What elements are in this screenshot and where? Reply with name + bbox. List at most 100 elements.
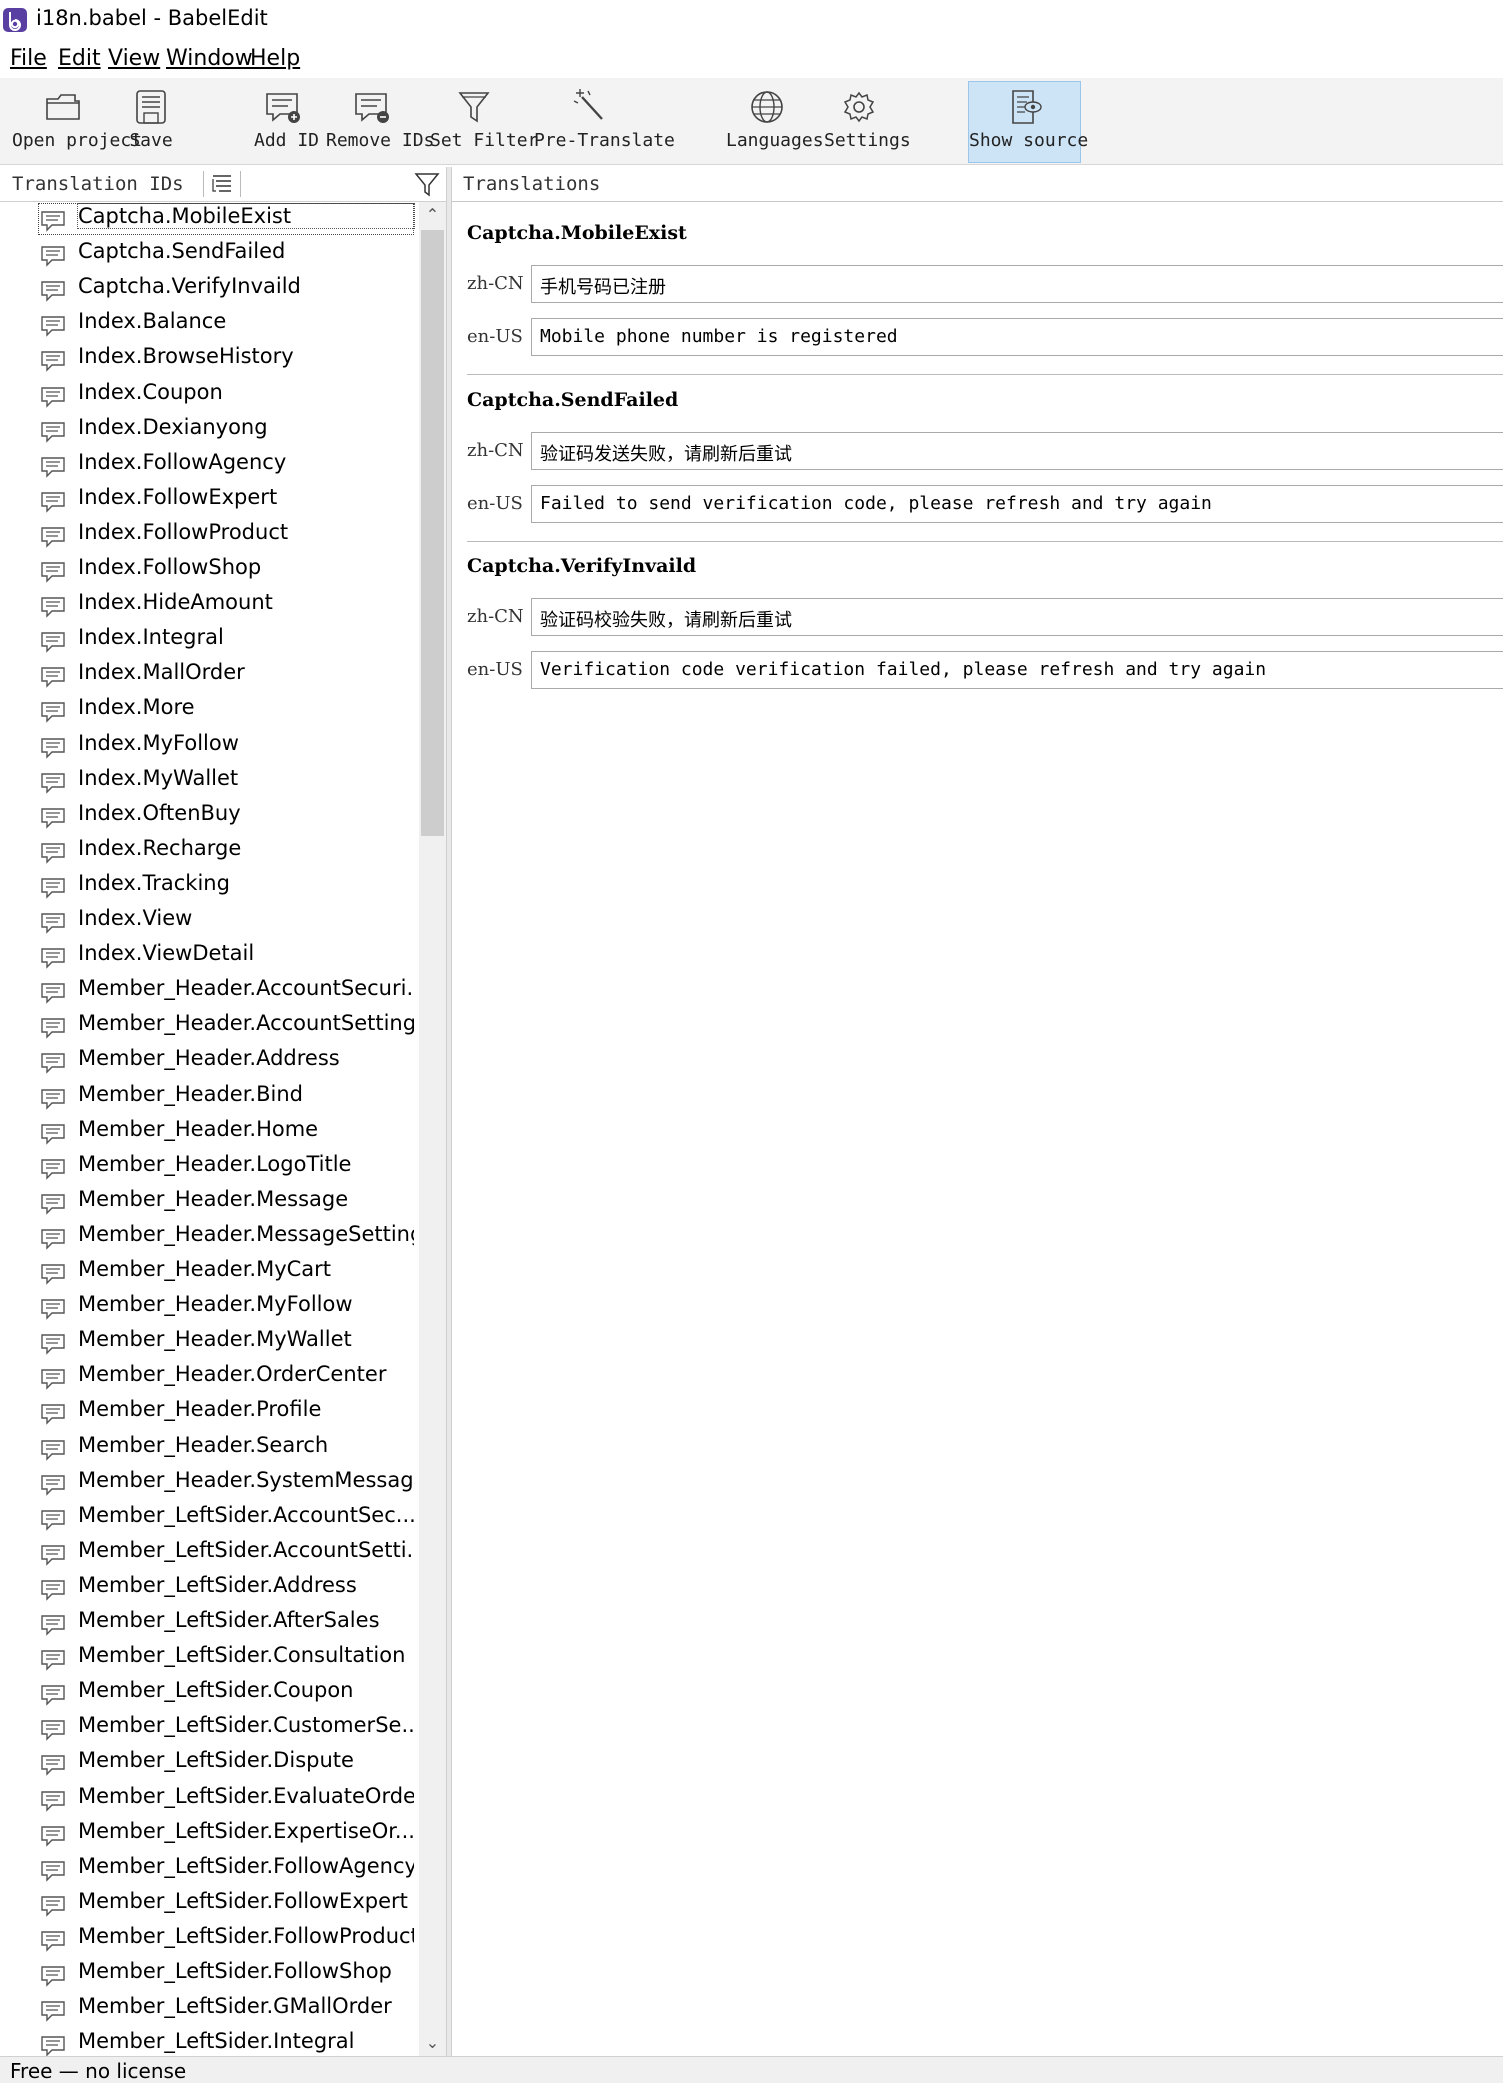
tree-item[interactable]: Index.BrowseHistory bbox=[0, 342, 418, 377]
remove-ids-button[interactable]: Remove IDs bbox=[326, 82, 434, 160]
translation-id-tree[interactable]: Captcha.MobileExist Captcha.SendFailed Cap… bbox=[0, 202, 418, 2056]
tree-item[interactable]: Member_LeftSider.AfterSales bbox=[0, 1606, 418, 1641]
tree-item[interactable]: Member_LeftSider.FollowShop bbox=[0, 1957, 418, 1992]
tree-item[interactable]: Member_LeftSider.Dispute bbox=[0, 1746, 418, 1781]
tree-item[interactable]: Member_LeftSider.Consultation bbox=[0, 1641, 418, 1676]
tree-item[interactable]: Member_LeftSider.EvaluateOrder bbox=[0, 1782, 418, 1817]
tree-item[interactable]: Index.Balance bbox=[0, 307, 418, 342]
menu-edit[interactable]: Edit bbox=[58, 46, 101, 71]
tree-item[interactable]: Member_LeftSider.AccountSetti... bbox=[0, 1536, 418, 1571]
filter-icon[interactable] bbox=[414, 171, 440, 197]
tree-item[interactable]: Index.MyFollow bbox=[0, 729, 418, 764]
tree-item[interactable]: Member_Header.MyWallet bbox=[0, 1325, 418, 1360]
tree-item[interactable]: Member_Header.OrderCenter bbox=[0, 1360, 418, 1395]
tree-item[interactable]: Member_LeftSider.GMallOrder bbox=[0, 1992, 418, 2027]
tree-item[interactable]: Index.FollowProduct bbox=[0, 518, 418, 553]
tree-item[interactable]: Member_LeftSider.Coupon bbox=[0, 1676, 418, 1711]
tree-item[interactable]: Member_Header.Address bbox=[0, 1044, 418, 1079]
translation-input[interactable]: 手机号码已注册 bbox=[531, 265, 1503, 303]
tree-item[interactable]: Index.Integral bbox=[0, 623, 418, 658]
message-icon bbox=[41, 1931, 65, 1952]
tree-item[interactable]: Member_Header.Home bbox=[0, 1115, 418, 1150]
pre-translate-button[interactable]: Pre-Translate bbox=[534, 82, 675, 160]
settings-button[interactable]: Settings bbox=[824, 82, 911, 160]
translation-input[interactable]: 验证码发送失败，请刷新后重试 bbox=[531, 431, 1503, 470]
globe-icon bbox=[751, 91, 783, 123]
tree-item[interactable]: Index.FollowAgency bbox=[0, 448, 418, 483]
tree-item-label: Member_LeftSider.AccountSetti... bbox=[78, 1537, 414, 1562]
tree-item[interactable]: Index.HideAmount bbox=[0, 588, 418, 623]
title-bar: i18n.babel - BabelEdit bbox=[0, 0, 1503, 40]
tree-item[interactable]: Index.MallOrder bbox=[0, 658, 418, 693]
message-icon bbox=[41, 1825, 65, 1847]
tree-item[interactable]: Index.OftenBuy bbox=[0, 799, 418, 834]
menu-help[interactable]: Help bbox=[250, 46, 300, 71]
tree-item[interactable]: Member_LeftSider.CustomerSe... bbox=[0, 1711, 418, 1746]
tree-item[interactable]: Member_LeftSider.FollowAgency bbox=[0, 1852, 418, 1887]
message-icon bbox=[41, 1264, 65, 1285]
set-filter-button[interactable]: Set Filter bbox=[430, 82, 538, 160]
open-project-button[interactable]: Open project bbox=[12, 82, 142, 160]
message-icon bbox=[41, 1439, 65, 1461]
tree-item-label: Index.Dexianyong bbox=[78, 414, 268, 439]
document-eye-icon bbox=[1011, 90, 1042, 124]
languages-button[interactable]: Languages bbox=[726, 82, 824, 160]
tree-item[interactable]: Member_Header.Search bbox=[0, 1431, 418, 1466]
tree-item[interactable]: Member_Header.Profile bbox=[0, 1395, 418, 1430]
tree-item[interactable]: Index.More bbox=[0, 693, 418, 728]
tree-item[interactable]: Member_Header.AccountSetting bbox=[0, 1009, 418, 1044]
status-bar: Free — no license bbox=[0, 2056, 1503, 2083]
scroll-up-arrow-icon[interactable]: ⌃ bbox=[419, 202, 446, 228]
message-icon bbox=[41, 211, 65, 232]
tree-item[interactable]: Member_Header.LogoTitle bbox=[0, 1150, 418, 1185]
tree-item[interactable]: Member_Header.MyFollow bbox=[0, 1290, 418, 1325]
tree-item[interactable]: Member_LeftSider.Integral bbox=[0, 2027, 418, 2056]
menu-window[interactable]: Window bbox=[166, 46, 253, 71]
tree-item[interactable]: Member_LeftSider.Address bbox=[0, 1571, 418, 1606]
tree-item[interactable]: Member_Header.MyCart bbox=[0, 1255, 418, 1290]
translation-group: Captcha.SendFailed zh-CN 验证码发送失败，请刷新后重试 en-… bbox=[452, 389, 1503, 556]
tree-item[interactable]: Index.MyWallet bbox=[0, 764, 418, 799]
translation-input[interactable]: Mobile phone number is registered bbox=[531, 318, 1503, 356]
tree-item[interactable]: Index.Recharge bbox=[0, 834, 418, 869]
tree-item[interactable]: Index.Dexianyong bbox=[0, 413, 418, 448]
tree-item[interactable]: Captcha.VerifyInvaild bbox=[0, 272, 418, 307]
translation-input[interactable]: 验证码校验失败，请刷新后重试 bbox=[531, 598, 1503, 636]
funnel-icon bbox=[458, 92, 490, 123]
message-icon bbox=[41, 527, 65, 548]
add-id-button[interactable]: Add ID bbox=[254, 82, 319, 160]
menu-file[interactable]: File bbox=[10, 46, 47, 71]
tree-item[interactable]: Index.Tracking bbox=[0, 869, 418, 904]
show-source-button[interactable]: Show source bbox=[968, 81, 1088, 163]
scrollbar-thumb[interactable] bbox=[421, 230, 444, 836]
tree-item[interactable]: Captcha.SendFailed bbox=[0, 237, 418, 272]
message-icon bbox=[41, 1966, 65, 1987]
toolbar: Open project Save Add ID Remove IDs Set … bbox=[0, 78, 1503, 165]
tree-item[interactable]: Member_LeftSider.AccountSec... bbox=[0, 1501, 418, 1536]
translation-input[interactable]: Failed to send verification code, please… bbox=[531, 484, 1503, 523]
tree-item[interactable]: Member_LeftSider.FollowExpert bbox=[0, 1887, 418, 1922]
translation-input[interactable]: Verification code verification failed, p… bbox=[531, 651, 1503, 689]
id-list-scrollbar[interactable]: ⌃ ⌄ bbox=[419, 202, 446, 2056]
menu-view[interactable]: View bbox=[108, 46, 160, 71]
tree-item[interactable]: Index.FollowShop bbox=[0, 553, 418, 588]
message-icon bbox=[41, 281, 65, 302]
tree-item[interactable]: Member_Header.MessageSetting bbox=[0, 1220, 418, 1255]
tree-item-label: Member_LeftSider.ExpertiseOr... bbox=[78, 1818, 414, 1843]
tree-item-label: Index.FollowAgency bbox=[78, 449, 287, 474]
tree-item[interactable]: Member_Header.Message bbox=[0, 1185, 418, 1220]
tree-item[interactable]: Member_LeftSider.FollowProduct bbox=[0, 1922, 418, 1957]
tree-sort-icon[interactable] bbox=[210, 173, 234, 195]
tree-item[interactable]: Member_Header.Bind bbox=[0, 1080, 418, 1115]
tree-item[interactable]: Index.FollowExpert bbox=[0, 483, 418, 518]
tree-item[interactable]: Member_LeftSider.ExpertiseOr... bbox=[0, 1817, 418, 1852]
save-button[interactable]: Save bbox=[126, 82, 176, 160]
tree-item[interactable]: Index.View bbox=[0, 904, 418, 939]
tree-item[interactable]: Index.ViewDetail bbox=[0, 939, 418, 974]
tree-item-label: Index.MallOrder bbox=[78, 660, 245, 685]
scroll-down-arrow-icon[interactable]: ⌄ bbox=[419, 2030, 446, 2056]
tree-item[interactable]: Member_Header.AccountSecuri... bbox=[0, 974, 418, 1009]
tree-item[interactable]: Index.Coupon bbox=[0, 378, 418, 413]
tree-item[interactable]: Member_Header.SystemMessage bbox=[0, 1466, 418, 1501]
tree-item[interactable]: Captcha.MobileExist bbox=[0, 202, 418, 237]
